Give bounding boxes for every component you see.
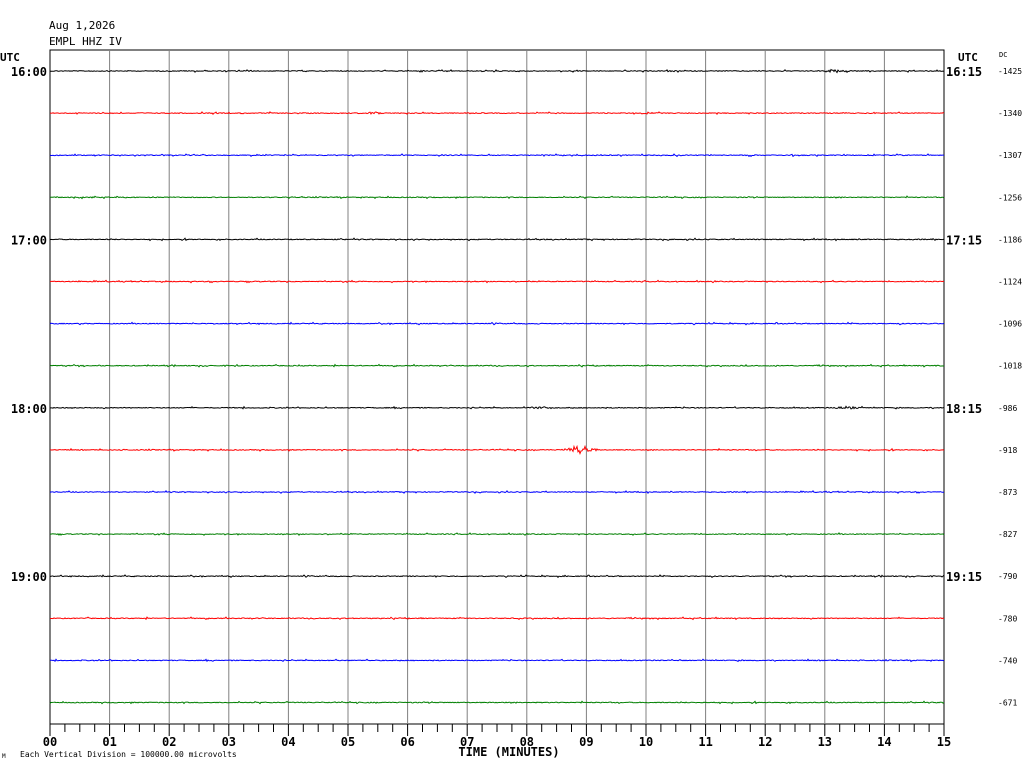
corner-mark: M (2, 753, 6, 760)
x-tick-label: 03 (222, 735, 236, 749)
trace-start-time-label: 16:00 (11, 65, 47, 79)
trace-line (49, 321, 945, 326)
x-tick-label: 04 (281, 735, 295, 749)
trace-start-time-label: 19:00 (11, 570, 47, 584)
trace-line (49, 700, 945, 705)
trace-line (49, 658, 945, 663)
right-utc-label: UTC (958, 51, 978, 64)
x-tick-label: 13 (818, 735, 832, 749)
trace-line (49, 405, 945, 410)
trace-dc-offset-label: -780 (998, 614, 1017, 623)
left-utc-label: UTC (0, 51, 20, 64)
trace-dc-offset-label: -986 (998, 404, 1017, 413)
trace-line (49, 279, 945, 284)
vertical-division-note: Each Vertical Division = 100000.00 micro… (20, 750, 237, 759)
x-tick-label: 05 (341, 735, 355, 749)
trace-line (49, 111, 945, 115)
trace-line (49, 68, 945, 74)
trace-dc-offset-label: -873 (998, 488, 1017, 497)
trace-end-time-label: 18:15 (946, 402, 982, 416)
x-tick-label: 14 (877, 735, 891, 749)
trace-end-time-label: 17:15 (946, 233, 982, 247)
trace-end-time-label: 16:15 (946, 65, 982, 79)
trace-dc-offset-label: -1018 (998, 362, 1022, 371)
dc-column-label: DC (999, 51, 1007, 59)
trace-start-time-label: 18:00 (11, 402, 47, 416)
trace-dc-offset-label: -790 (998, 572, 1017, 581)
x-tick-label: 06 (400, 735, 414, 749)
trace-dc-offset-label: -827 (998, 530, 1017, 539)
trace-line (49, 195, 945, 200)
trace-dc-offset-label: -1124 (998, 278, 1022, 287)
trace-line (49, 153, 945, 158)
trace-dc-offset-label: -1256 (998, 193, 1022, 202)
trace-dc-offset-label: -1186 (998, 235, 1022, 244)
trace-line (49, 444, 945, 456)
x-axis-title: TIME (MINUTES) (458, 745, 559, 759)
trace-end-time-label: 19:15 (946, 570, 982, 584)
trace-dc-offset-label: -671 (998, 699, 1017, 708)
trace-line (49, 574, 945, 579)
trace-dc-offset-label: -1307 (998, 151, 1022, 160)
x-tick-label: 10 (639, 735, 653, 749)
x-tick-label: 00 (43, 735, 57, 749)
trace-line (49, 532, 945, 536)
trace-dc-offset-label: -740 (998, 656, 1017, 665)
x-tick-label: 11 (698, 735, 712, 749)
trace-dc-offset-label: -1425 (998, 67, 1022, 76)
trace-line (49, 490, 945, 494)
trace-dc-offset-label: -1340 (998, 109, 1022, 118)
x-tick-label: 02 (162, 735, 176, 749)
trace-dc-offset-label: -1096 (998, 320, 1022, 329)
x-tick-label: 09 (579, 735, 593, 749)
trace-start-time-label: 17:00 (11, 233, 47, 247)
trace-line (49, 616, 945, 621)
x-tick-label: 15 (937, 735, 951, 749)
x-tick-label: 01 (102, 735, 116, 749)
plot-frame (49, 49, 945, 725)
seismogram-chart: 16:00 16:15 -1425 -1340 -1307 -1256 17:00 17:15… (0, 49, 1022, 759)
trace-dc-offset-label: -918 (998, 446, 1017, 455)
x-tick-label: 12 (758, 735, 772, 749)
trace-line (49, 237, 945, 242)
trace-line (49, 363, 945, 368)
